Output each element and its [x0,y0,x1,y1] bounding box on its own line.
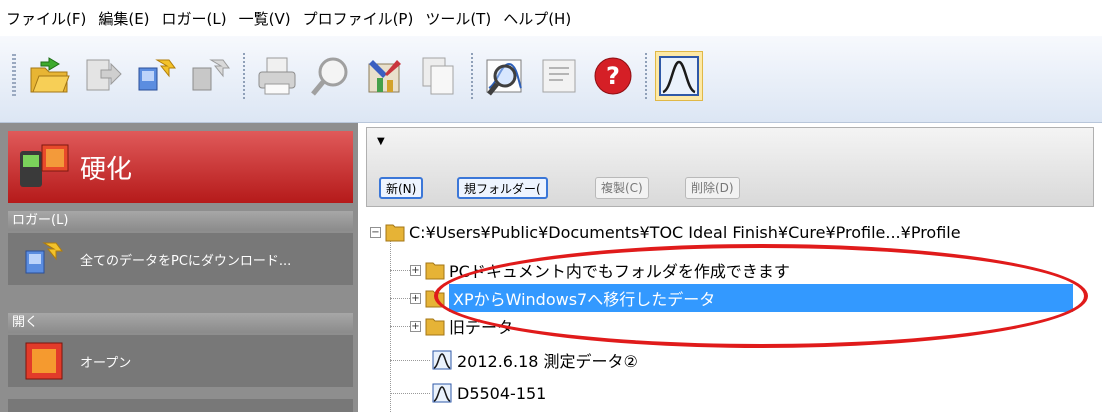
open-window-icon [25,342,63,380]
search-chart-button[interactable] [481,51,529,101]
sidebar-item-label: 全てのデータをPCにダウンロード... [80,253,292,269]
tree-profile-item[interactable]: D5504-151 [432,379,546,407]
sidebar-item-label: オープン [80,355,132,371]
search-chart-icon [486,59,522,96]
sidebar-item-download-all[interactable]: 全てのデータをPCにダウンロード... [8,233,353,285]
zoom-icon [311,57,348,96]
help-icon: ? [594,57,632,95]
new-folder-button[interactable]: 規フォルダー( [457,177,548,199]
tree-folder-pc-documents[interactable]: + PCドキュメント内でもフォルダを作成できます [410,256,790,284]
dropdown-caret-icon[interactable]: ▼ [377,136,385,147]
svg-text:?: ? [606,62,620,90]
tree-item-label: D5504-151 [457,383,547,403]
sidebar-title: 硬化 [80,154,133,185]
tree-item-label: 2012.6.18 測定データ② [457,352,638,371]
profile-curve-icon [432,350,452,370]
tree-root[interactable]: − C:¥Users¥Public¥Documents¥TOC Ideal Fi… [370,218,961,246]
expand-icon[interactable]: + [410,292,421,304]
menu-tools[interactable]: ツール(T) [419,8,497,29]
tree-folder-xp-migrated[interactable]: + XPからWindows7へ移行したデータ [410,284,1073,312]
folder-icon [425,290,445,308]
open-button[interactable] [25,51,73,101]
export-icon [86,59,122,91]
notes-icon [542,59,576,93]
profile-curve-icon [659,56,699,96]
folder-icon [425,318,445,336]
sidebar-item-open[interactable]: オープン [8,335,353,387]
tree-item-label: XPからWindows7へ移行したデータ [449,284,1073,312]
open-folder-icon [30,57,70,93]
duplicate-button[interactable]: 複製(C) [595,177,649,199]
tree-connector [390,393,430,394]
new-button[interactable]: 新(N) [379,177,424,199]
profile-panel-toolbar: ▼ 新(N) 規フォルダー( 複製(C) 削除(D) [366,127,1094,207]
menu-logger[interactable]: ロガー(L) [156,8,233,29]
upload-button[interactable] [187,51,235,101]
tools-icon [368,60,401,93]
copy-button[interactable] [415,51,463,101]
collapse-icon[interactable]: − [370,226,381,238]
zoom-button[interactable] [307,51,355,101]
tree-profile-item[interactable]: 2012.6.18 測定データ② [432,346,638,374]
expand-icon[interactable]: + [410,320,421,332]
copy-icon [422,57,454,95]
sidebar: 硬化 ロガー(L) 全てのデータをPCにダウンロード... 開く オープン [0,123,358,412]
profile-curve-icon [432,383,452,403]
profile-tree: − C:¥Users¥Public¥Documents¥TOC Ideal Fi… [366,210,1094,412]
download-button[interactable] [133,51,181,101]
sidebar-item-next[interactable] [8,399,353,412]
toolbar-separator [645,53,647,99]
menu-help[interactable]: ヘルプ(H) [497,8,577,29]
print-button[interactable] [253,51,301,101]
menu-file[interactable]: ファイル(F) [0,8,92,29]
tree-item-label: 旧データ [449,318,514,337]
folder-icon [425,262,445,280]
folder-icon [385,224,405,242]
help-button[interactable]: ? [589,51,637,101]
menu-profile[interactable]: プロファイル(P) [297,8,420,29]
notes-button[interactable] [535,51,583,101]
expand-icon[interactable]: + [410,264,421,276]
toolbar-buttons: ? [8,44,866,108]
logger-device-icon [20,144,69,187]
toolbar-separator [471,53,473,99]
tree-folder-old-data[interactable]: + 旧データ [410,312,513,340]
sidebar-header: 硬化 [8,131,353,203]
print-icon [258,57,296,95]
download-icon [138,59,176,91]
toolbar: ? [0,36,1102,123]
delete-button[interactable]: 削除(D) [685,177,740,199]
tree-item-label: PCドキュメント内でもフォルダを作成できます [449,262,790,281]
toolbar-grip[interactable] [12,54,16,98]
menu-bar: ファイル(F) 編集(E) ロガー(L) 一覧(V) プロファイル(P) ツール… [0,0,1102,36]
profile-curve-button[interactable] [655,51,703,101]
export-button[interactable] [79,51,127,101]
tree-connector [390,360,430,361]
menu-view[interactable]: 一覧(V) [233,8,297,29]
tree-connector [390,232,391,412]
section-label-open: 開く [8,313,353,333]
download-icon [25,242,63,274]
upload-icon [192,59,230,91]
menu-edit[interactable]: 編集(E) [92,8,155,29]
toolbar-separator [243,53,245,99]
tree-root-label: C:¥Users¥Public¥Documents¥TOC Ideal Fini… [409,222,961,242]
section-label-logger: ロガー(L) [8,211,353,231]
tools-button[interactable] [361,51,409,101]
